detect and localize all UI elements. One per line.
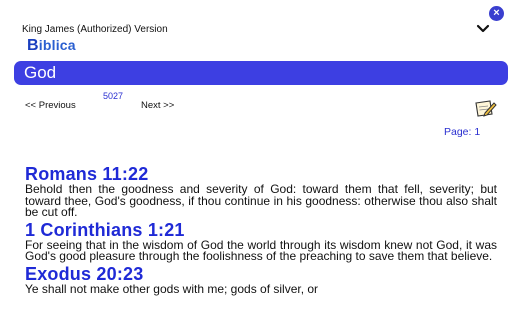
verse-result: 1 Corinthians 1:21 For seeing that in th… [25,220,497,263]
results-list: Romans 11:22 Behold then the goodness an… [25,164,497,296]
close-button[interactable]: × [489,6,504,21]
verse-result: Romans 11:22 Behold then the goodness an… [25,164,497,219]
verse-text: For seeing that in the wisdom of God the… [25,237,497,263]
logo-initial: B [27,37,39,54]
page-indicator: Page: 1 [444,126,481,138]
verse-reference-link[interactable]: Romans 11:22 [25,164,497,184]
bible-version-select[interactable]: King James (Authorized) Version [22,24,168,35]
notepad-pencil-icon[interactable] [473,99,497,117]
biblica-logo: Biblica [27,37,76,55]
search-input[interactable] [24,61,494,85]
verse-result: Exodus 20:23 Ye shall not make other god… [25,264,497,296]
previous-link[interactable]: << Previous [25,100,76,111]
logo-rest: iblica [38,37,76,53]
verse-text: Ye shall not make other gods with me; go… [25,281,319,296]
next-link[interactable]: Next >> [141,100,174,111]
verse-reference-link[interactable]: Exodus 20:23 [25,264,497,284]
close-icon: × [493,7,500,19]
verse-reference-link[interactable]: 1 Corinthians 1:21 [25,220,497,240]
search-bar [14,61,508,85]
verse-text: Behold then the goodness and severity of… [25,182,497,219]
result-count: 5027 [103,91,124,101]
chevron-down-icon[interactable] [475,22,491,36]
